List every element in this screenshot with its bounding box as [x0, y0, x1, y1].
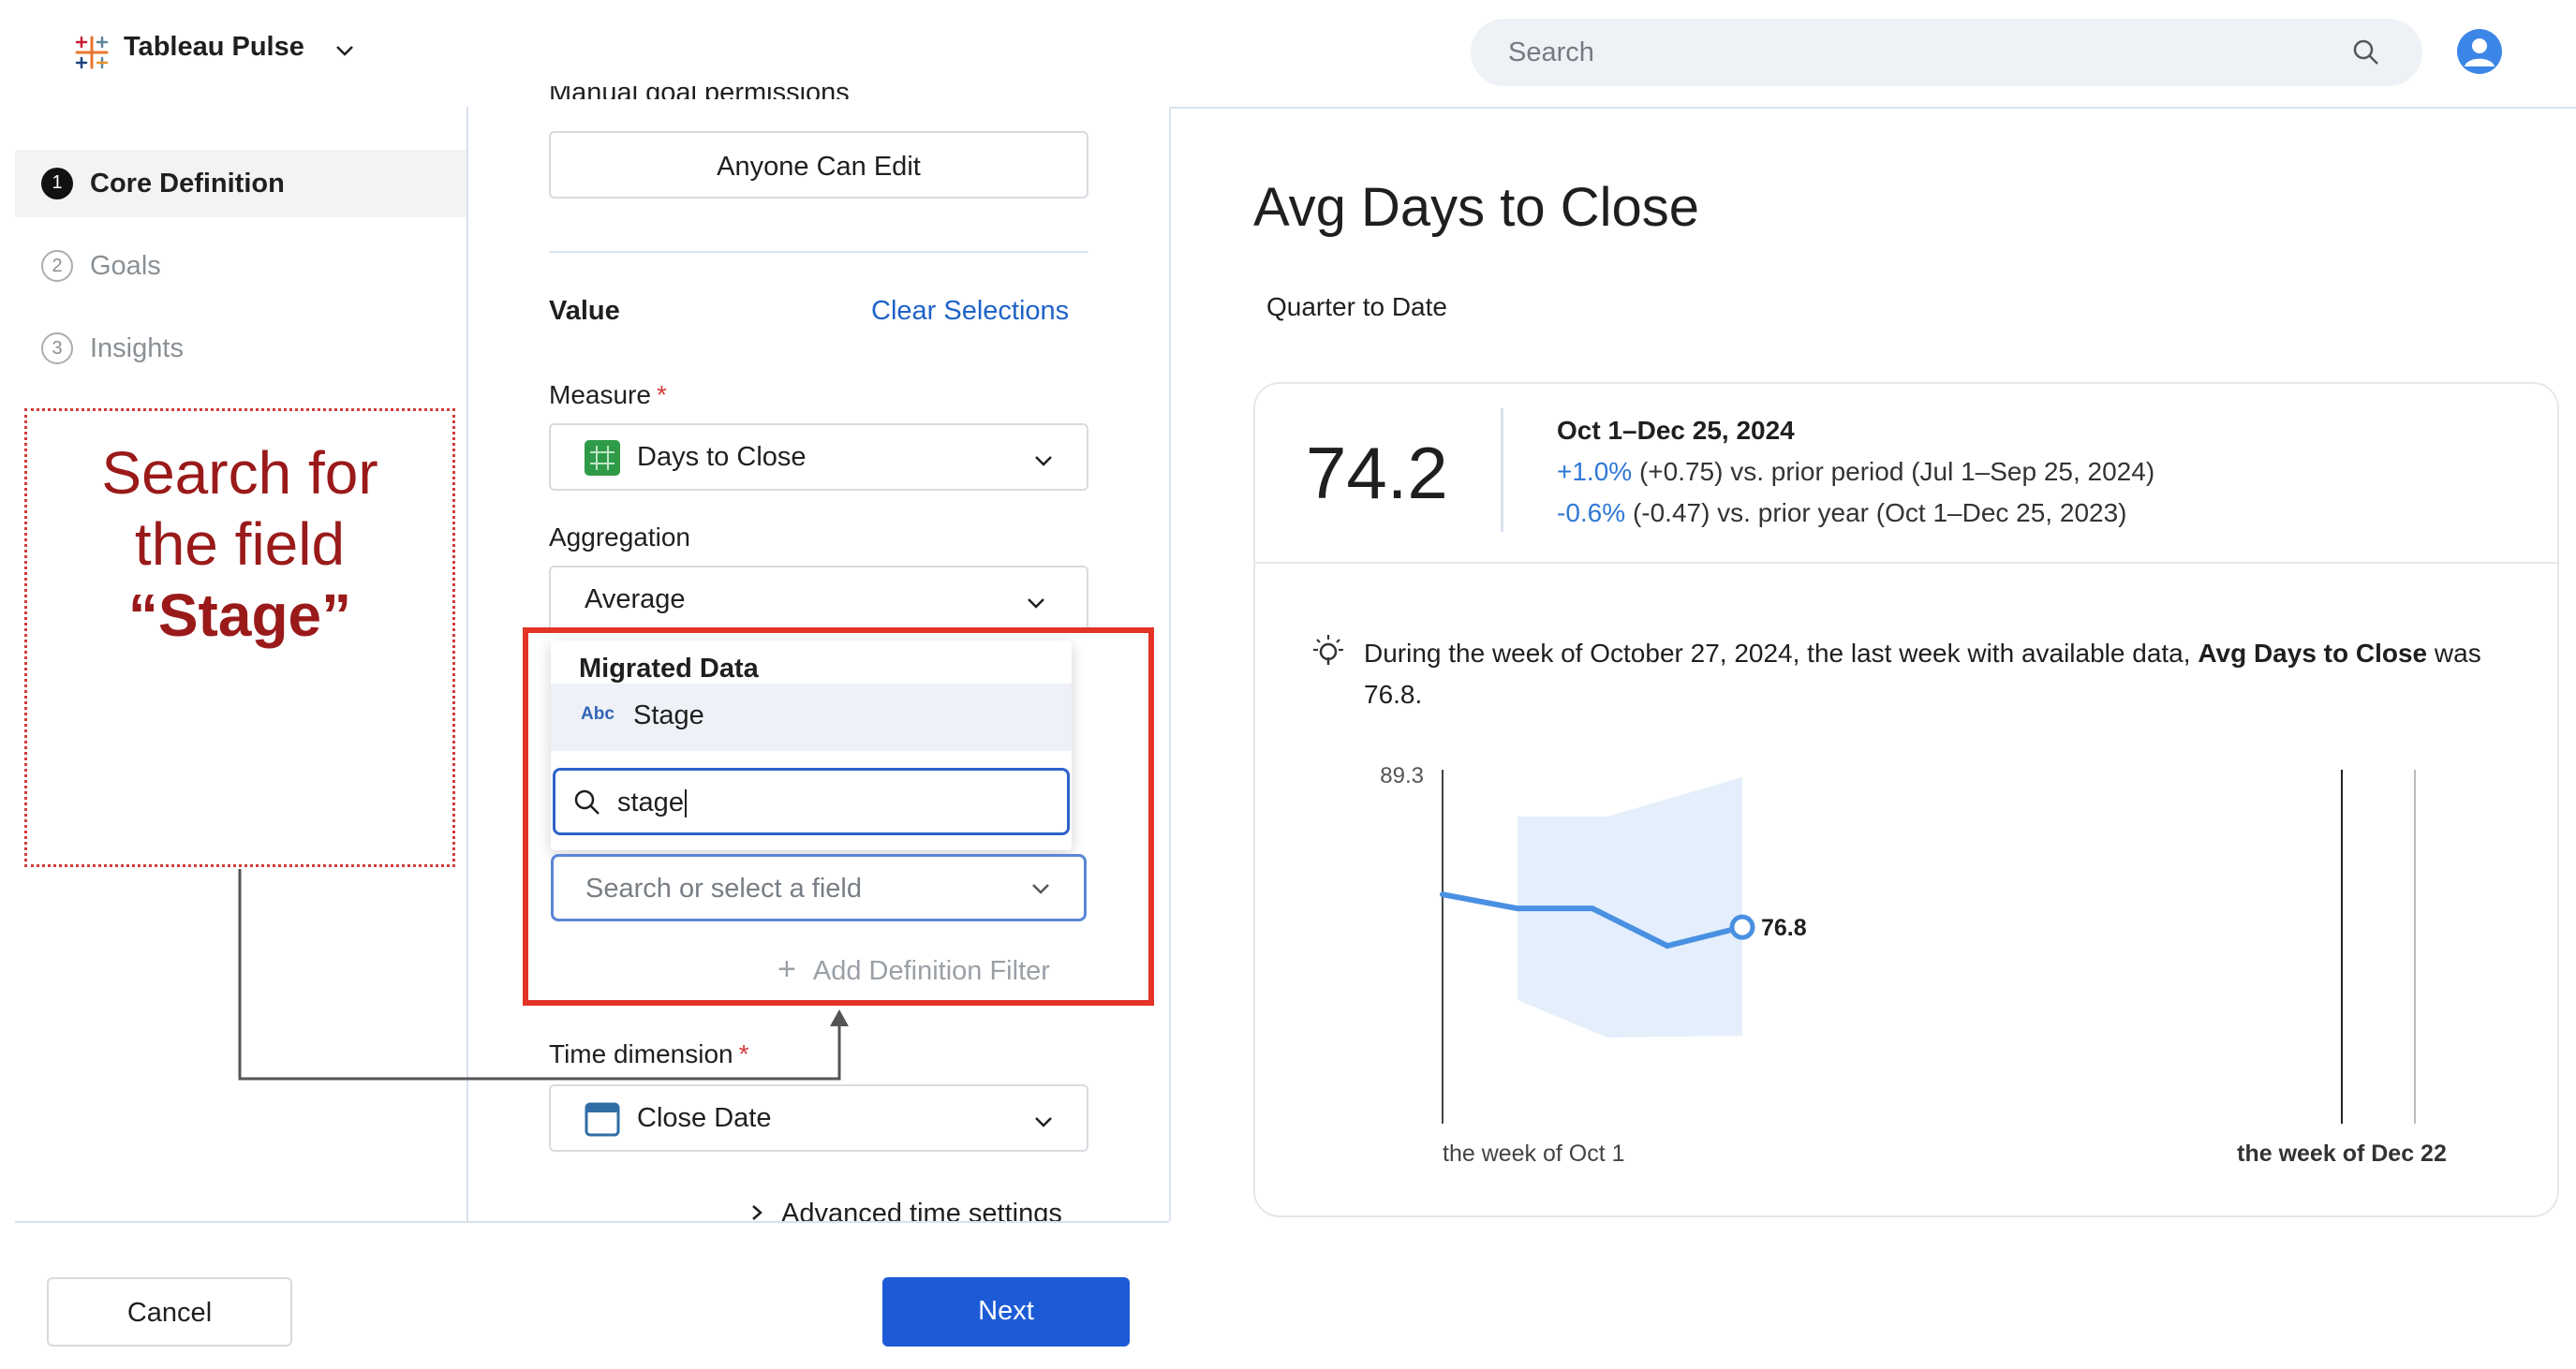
- delta-percent: -0.6%: [1557, 498, 1626, 527]
- comparison-prior-year: -0.6% (-0.47) vs. prior year (Oct 1–Dec …: [1557, 498, 2126, 528]
- step-label: Core Definition: [90, 169, 285, 199]
- calendar-icon: [585, 1102, 620, 1137]
- comparison-text: (-0.47) vs. prior year (Oct 1–Dec 25, 20…: [1632, 498, 2127, 527]
- annotation-field-name: “Stage”: [127, 581, 352, 649]
- step-core-definition[interactable]: 1 Core Definition: [15, 150, 466, 217]
- next-button[interactable]: Next: [882, 1277, 1130, 1347]
- aggregation-select[interactable]: Average: [549, 566, 1088, 633]
- comparison-prior-period: +1.0% (+0.75) vs. prior period (Jul 1–Se…: [1557, 457, 2154, 487]
- last-point-marker[interactable]: [1729, 914, 1755, 940]
- cancel-label: Cancel: [126, 1298, 213, 1328]
- metric-value: 74.2: [1306, 432, 1448, 514]
- card-divider: [1501, 408, 1503, 532]
- next-label: Next: [978, 1296, 1034, 1326]
- step-number: 1: [41, 168, 73, 199]
- user-avatar-icon[interactable]: [2456, 28, 2503, 75]
- lightbulb-icon: [1313, 635, 1343, 665]
- advanced-label: Advanced time settings: [781, 1199, 1062, 1221]
- time-dimension-label-text: Time dimension: [549, 1039, 733, 1068]
- cancel-button[interactable]: Cancel: [47, 1277, 292, 1347]
- measure-label: Measure *: [549, 380, 667, 410]
- highlight-box: [523, 627, 1154, 1006]
- data-point: [1515, 905, 1520, 912]
- table-icon: [585, 440, 620, 476]
- step-label: Goals: [90, 251, 161, 281]
- step-number: 3: [41, 332, 73, 364]
- card-separator: [1255, 562, 2557, 564]
- period-label: Quarter to Date: [1266, 292, 1447, 321]
- annotation-text: Search for the field “Stage”: [27, 437, 452, 651]
- footer-divider: [15, 1221, 1169, 1223]
- date-range: Oct 1–Dec 25, 2024: [1557, 416, 1795, 445]
- tableau-logo-icon[interactable]: [73, 34, 111, 71]
- data-point: [1665, 943, 1670, 949]
- clear-selections-link[interactable]: Clear Selections: [871, 296, 1069, 327]
- measure-select[interactable]: Days to Close: [549, 423, 1088, 491]
- time-dimension-label: Time dimension *: [549, 1039, 749, 1069]
- insight-metric: Avg Days to Close: [2198, 639, 2428, 668]
- value-section-title: Value: [549, 296, 620, 326]
- global-search-input[interactable]: Search: [1471, 19, 2422, 86]
- time-dimension-value: Close Date: [637, 1103, 772, 1133]
- last-value-label: 76.8: [1761, 915, 1807, 941]
- x-axis-start-label: the week of Oct 1: [1443, 1141, 1625, 1161]
- annotation-line: “Stage”: [27, 580, 452, 651]
- trend-chart: 89.3 76.8 the week of Oct 1 the week of …: [1380, 763, 2447, 1161]
- permissions-value: Anyone Can Edit: [717, 152, 921, 182]
- x-axis-end-label: the week of Dec 22: [2237, 1141, 2447, 1161]
- app-title[interactable]: Tableau Pulse: [124, 32, 304, 63]
- measure-value: Days to Close: [637, 442, 807, 472]
- step-label: Insights: [90, 333, 184, 363]
- aggregation-value: Average: [585, 584, 686, 614]
- annotation-line: the field: [134, 510, 346, 578]
- insight-text: During the week of October 27, 2024, the…: [1364, 633, 2507, 715]
- time-dimension-select[interactable]: Close Date: [549, 1084, 1088, 1152]
- advanced-time-settings-toggle[interactable]: Advanced time settings: [748, 1199, 1062, 1221]
- chevron-down-icon: [1028, 598, 1044, 609]
- search-icon[interactable]: [2351, 37, 2381, 67]
- section-divider: [549, 251, 1088, 253]
- step-number: 2: [41, 250, 73, 282]
- annotation-box: Search for the field “Stage”: [24, 408, 455, 867]
- delta-percent: +1.0%: [1557, 457, 1633, 486]
- chevron-down-icon: [1035, 456, 1052, 466]
- comparison-text: (+0.75) vs. prior period (Jul 1–Sep 25, …: [1638, 457, 2155, 486]
- metric-title: Avg Days to Close: [1253, 177, 1700, 238]
- chevron-right-icon: [752, 1205, 762, 1220]
- data-point: [1590, 905, 1595, 912]
- required-mark: *: [738, 1039, 749, 1068]
- permissions-button[interactable]: Anyone Can Edit: [549, 131, 1088, 199]
- search-placeholder: Search: [1508, 37, 1594, 67]
- permissions-label: Manual goal permissions: [549, 86, 850, 99]
- measure-label-text: Measure: [549, 380, 651, 409]
- chevron-down-icon: [1035, 1117, 1052, 1127]
- step-goals[interactable]: 2 Goals: [15, 232, 466, 300]
- insight-pre: During the week of October 27, 2024, the…: [1364, 639, 2191, 668]
- y-axis-top-label: 89.3: [1380, 763, 1424, 788]
- data-point: [1440, 891, 1445, 898]
- required-mark: *: [656, 380, 667, 409]
- annotation-line: Search for: [101, 439, 378, 507]
- chevron-down-icon[interactable]: [333, 39, 356, 62]
- step-insights[interactable]: 3 Insights: [15, 315, 466, 382]
- aggregation-label: Aggregation: [549, 523, 691, 552]
